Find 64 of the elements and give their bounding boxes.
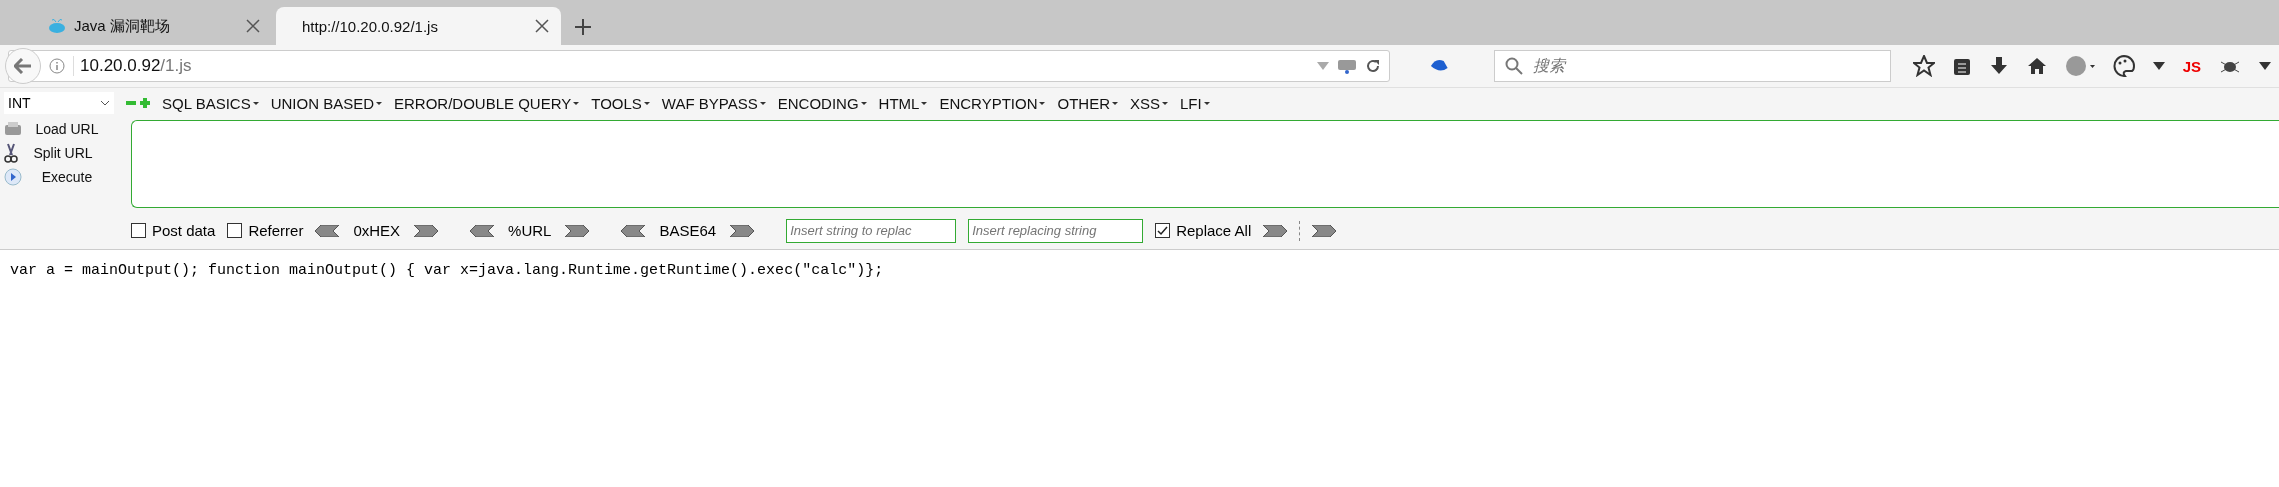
search-input[interactable]: 搜索 xyxy=(1530,56,1890,76)
action-button[interactable]: Load URL xyxy=(4,118,131,140)
search-icon xyxy=(1504,57,1523,75)
right-arrow-icon[interactable] xyxy=(565,224,590,237)
menu-button[interactable]: ENCRYPTION xyxy=(939,94,1046,112)
replace-field[interactable]: Insert replacing string xyxy=(968,218,1144,243)
type-select[interactable]: INT xyxy=(4,92,114,114)
checkbox[interactable] xyxy=(227,223,243,238)
checkbox-label: Referrer xyxy=(248,222,304,239)
checkbox[interactable] xyxy=(131,223,146,238)
js-toggle[interactable]: JS xyxy=(2182,57,2201,75)
menu-button[interactable]: ENCODING xyxy=(777,94,867,112)
browser-tab[interactable]: http://10.20.0.92/1.js xyxy=(276,7,561,45)
menu-button[interactable]: ERROR/DOUBLE QUERY xyxy=(394,94,580,112)
left-arrow-icon[interactable] xyxy=(470,224,495,237)
checkbox-label: Post data xyxy=(152,222,216,239)
dropdown-icon[interactable] xyxy=(2152,62,2165,70)
menu-button[interactable]: UNION BASED xyxy=(270,94,382,112)
menu-button[interactable]: LFI xyxy=(1180,94,1210,112)
browser-tab[interactable]: Java 漏洞靶场 xyxy=(22,7,272,45)
left-arrow-icon[interactable] xyxy=(621,224,646,237)
menu-button[interactable]: TOOLS xyxy=(591,94,650,112)
left-arrow-icon[interactable] xyxy=(315,224,340,237)
encoder-label: BASE64 xyxy=(659,222,717,239)
close-icon[interactable] xyxy=(246,19,260,33)
close-icon[interactable] xyxy=(535,19,549,33)
star-icon[interactable] xyxy=(1912,55,1935,77)
right-arrow-icon[interactable] xyxy=(1312,224,1337,237)
menu-button[interactable]: SQL BASICS xyxy=(162,94,259,112)
tab-title: Java 漏洞靶场 xyxy=(74,16,171,36)
encoder-label: 0xHEX xyxy=(353,222,401,239)
menu-button[interactable]: WAF BYPASS xyxy=(661,94,766,112)
checkbox-label: Replace All xyxy=(1176,222,1252,239)
action-button[interactable]: Execute xyxy=(4,166,131,188)
dropdown-icon[interactable] xyxy=(2259,62,2271,70)
chevron-icon xyxy=(100,100,110,106)
right-arrow-icon[interactable] xyxy=(730,224,755,237)
home-icon[interactable] xyxy=(2026,56,2047,76)
scissors-icon xyxy=(4,143,18,163)
action-button[interactable]: Split URL xyxy=(4,142,131,164)
whale-icon xyxy=(48,18,66,34)
script-text: var a = mainOutput(); function mainOutput() { var x=java.lang.Runtime.getRuntime().exec("calc")}; xyxy=(10,262,884,279)
palette-icon[interactable] xyxy=(2112,55,2135,77)
search-field[interactable]: 搜索 xyxy=(1493,50,1891,82)
back-button[interactable] xyxy=(5,48,41,84)
menu-button[interactable]: XSS xyxy=(1130,94,1168,112)
drive-icon[interactable] xyxy=(1336,57,1357,75)
download-icon[interactable] xyxy=(1988,56,2009,76)
info-icon[interactable] xyxy=(49,58,65,74)
menu-button[interactable]: HTML xyxy=(878,94,928,112)
encoder-label: %URL xyxy=(508,222,552,239)
new-tab-icon[interactable] xyxy=(575,19,591,35)
tab-title: http://10.20.0.92/1.js xyxy=(302,17,439,35)
menu-button[interactable]: OTHER xyxy=(1057,94,1118,112)
reload-icon[interactable] xyxy=(1364,58,1381,74)
checkbox[interactable] xyxy=(1155,223,1171,238)
back-icon xyxy=(14,58,32,74)
play-icon xyxy=(4,168,22,186)
find-field[interactable]: Insert string to replac xyxy=(786,218,957,243)
clipboard-icon[interactable] xyxy=(1952,56,1971,76)
right-arrow-icon[interactable] xyxy=(1263,224,1288,237)
printer-icon xyxy=(4,121,22,137)
url-input[interactable] xyxy=(131,120,2279,208)
right-arrow-icon[interactable] xyxy=(414,224,439,237)
